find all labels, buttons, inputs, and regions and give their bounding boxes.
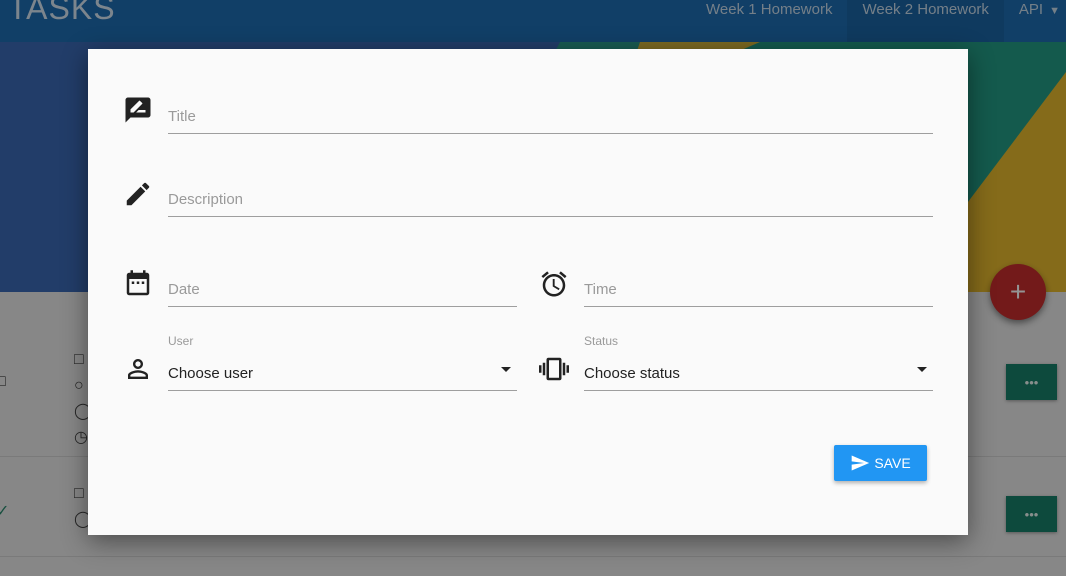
time-field [584,273,933,307]
title-input[interactable] [168,108,933,125]
alarm-clock-icon [541,271,567,297]
time-input[interactable] [584,281,933,298]
dropdown-arrow-icon[interactable] [917,367,927,372]
task-modal: User Choose user Status Choose status SA… [88,49,968,535]
status-select-value: Choose status [584,365,680,382]
description-field [168,183,933,217]
status-select[interactable]: Choose status [584,357,933,391]
date-field [168,273,517,307]
title-field [168,100,933,134]
calendar-icon [126,270,150,296]
user-select-value: Choose user [168,365,254,382]
status-select-label: Status [584,334,619,348]
vibration-icon [539,357,569,381]
rate-review-icon [125,97,151,123]
save-button[interactable]: SAVE [834,445,927,481]
send-icon [852,455,870,471]
save-button-label: SAVE [874,455,911,471]
user-select-label: User [168,334,194,348]
description-input[interactable] [168,191,933,208]
dropdown-arrow-icon[interactable] [501,367,511,372]
person-icon [128,359,148,379]
pencil-icon [126,182,150,206]
user-select[interactable]: Choose user [168,357,517,391]
date-input[interactable] [168,281,517,298]
